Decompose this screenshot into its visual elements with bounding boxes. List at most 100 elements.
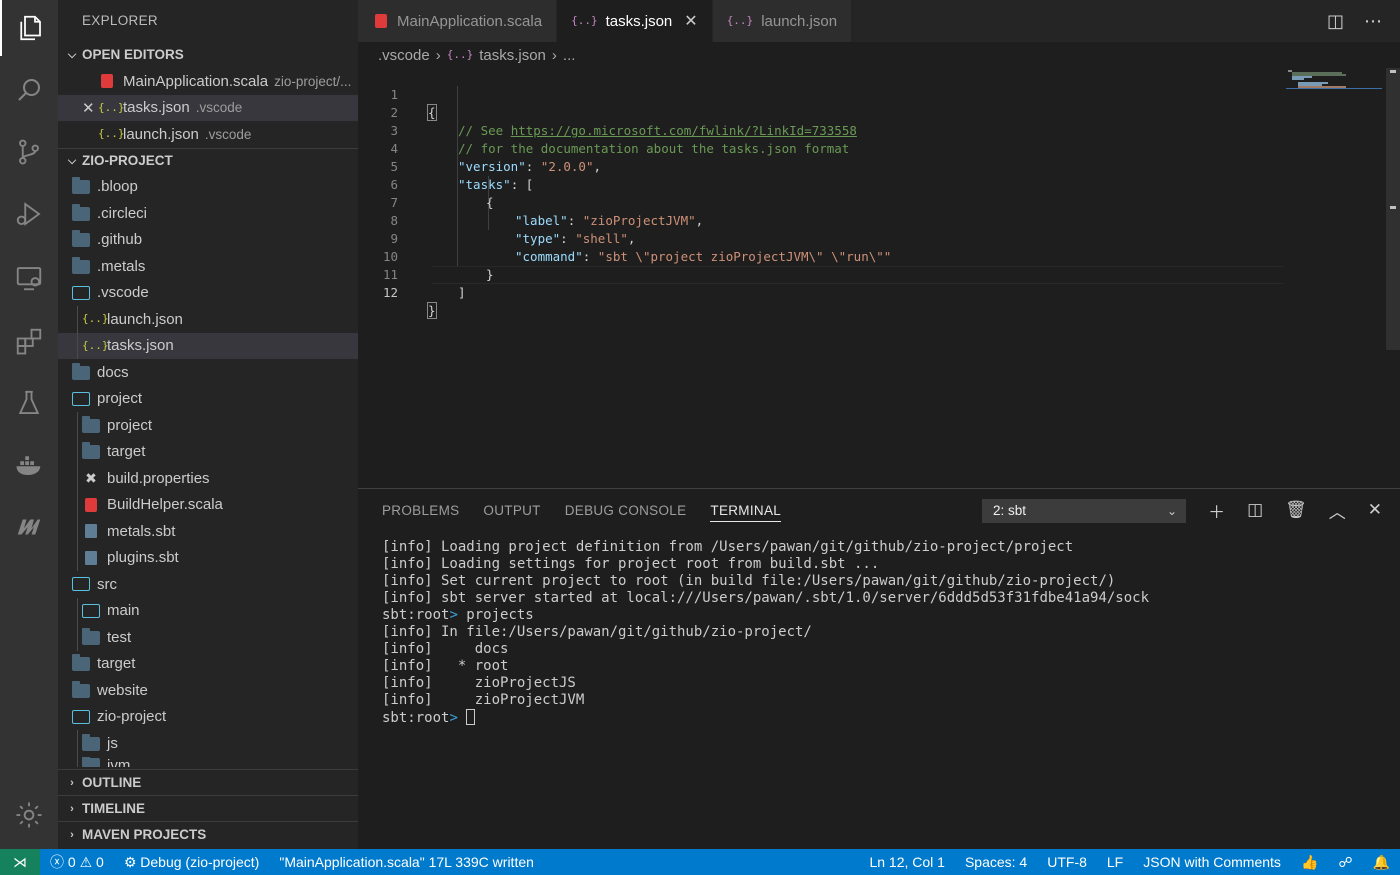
maven-header[interactable]: › MAVEN PROJECTS [58,821,358,847]
tree-item-main[interactable]: main [58,597,358,624]
tree-item-label: project [107,416,153,434]
editor-scrollbar[interactable] [1386,68,1400,350]
tree-item-target[interactable]: target [58,438,358,465]
tree-item-buildhelper[interactable]: BuildHelper.scala [58,491,358,518]
minimap[interactable] [1286,68,1386,488]
tree-item-js[interactable]: js [58,730,358,757]
tree-item-docs[interactable]: docs [58,359,358,386]
close-icon[interactable]: ✕ [82,99,95,117]
tree-item-vscode[interactable]: .vscode [58,280,358,307]
tab-terminal[interactable]: TERMINAL [710,503,782,522]
tree-item-project-sub[interactable]: project [58,412,358,439]
terminal-select[interactable]: 2: sbt ⌄ [982,499,1186,523]
add-terminal-icon[interactable]: ＋ [1208,498,1225,523]
breadcrumb-more[interactable]: ... [563,47,576,64]
tree-item-project[interactable]: project [58,386,358,413]
tree-item-label: metals.sbt [107,522,176,540]
timeline-label: TIMELINE [82,800,145,816]
tree-item-label: project [97,390,143,408]
outline-header[interactable]: › OUTLINE [58,769,358,795]
terminal-select-value: 2: sbt [993,503,1027,518]
tree-item-zio-project[interactable]: zio-project [58,704,358,731]
terminal-prompt: sbt:root> [382,709,1149,727]
run-debug-icon[interactable] [0,186,58,242]
open-editors-header[interactable]: ⌵ OPEN EDITORS [58,42,358,68]
chevron-right-icon: › [70,828,74,841]
open-editor-item[interactable]: ✕ {..} tasks.json .vscode [58,94,358,121]
open-editor-item[interactable]: MainApplication.scala zio-project/... [58,68,358,95]
tree-item-website[interactable]: website [58,677,358,704]
tab-actions: ◫ ⋯ [1327,0,1382,42]
tree-item-label: website [97,681,148,699]
files-icon[interactable] [0,0,58,56]
split-editor-icon[interactable]: ◫ [1327,11,1344,32]
tab-label: launch.json [761,12,838,30]
tree-item-circleci[interactable]: .circleci [58,200,358,227]
tree-item-tasks-json[interactable]: {..} tasks.json [58,332,358,359]
terminal-line: [info] zioProjectJS [382,675,576,691]
indent-guide [77,756,78,767]
tab-problems[interactable]: PROBLEMS [382,503,459,518]
tab-output[interactable]: OUTPUT [483,503,540,518]
tree-item-github[interactable]: .github [58,227,358,254]
terminal-output[interactable]: [info] Loading project definition from /… [382,539,1149,727]
live-share-icon[interactable]: ☍ [1328,854,1362,871]
breadcrumb-folder[interactable]: .vscode [378,47,430,64]
tree-item-src[interactable]: src [58,571,358,598]
language-mode[interactable]: JSON with Comments [1133,854,1291,870]
testing-icon[interactable] [0,375,58,431]
source-control-icon[interactable] [0,124,58,180]
cursor-position[interactable]: Ln 12, Col 1 [859,854,955,870]
indent-guide [77,597,78,624]
trash-icon[interactable]: 🗑 [1285,500,1307,520]
tree-item-build-properties[interactable]: ✖ build.properties [58,465,358,492]
chevron-up-icon[interactable]: ︿ [1329,498,1346,523]
project-header[interactable]: ⌵ ZIO-PROJECT [58,147,358,174]
metals-icon[interactable] [0,499,58,555]
code-line: 10 } [358,230,1288,282]
terminal-line: [info] Loading settings for project root… [382,556,880,572]
tree-item-bloop[interactable]: .bloop [58,174,358,201]
more-actions-icon[interactable]: ⋯ [1364,11,1382,32]
tree-item-launch-json[interactable]: {..} launch.json [58,306,358,333]
breadcrumb-file[interactable]: tasks.json [479,47,546,64]
tree-item-jvm[interactable]: jvm [58,756,358,767]
gear-icon[interactable] [0,787,58,843]
tree-item-label: zio-project [97,708,167,726]
code-line: 3 // for the documentation about the tas… [358,104,1288,156]
indent-guide [77,465,78,492]
tab-launch-json[interactable]: {..} launch.json [712,0,853,42]
tree-item-label: jvm [107,756,131,767]
close-icon[interactable]: ✕ [1368,500,1382,520]
tab-tasks-json[interactable]: {..} tasks.json ✕ [557,0,713,42]
tree-item-metals[interactable]: .metals [58,253,358,280]
feedback-icon[interactable]: 👍 [1291,854,1328,871]
code-text: } [427,302,437,320]
split-terminal-icon[interactable]: ◫ [1247,500,1263,520]
bell-icon[interactable]: 🔔 [1363,854,1400,871]
search-icon[interactable] [0,62,58,118]
docker-icon[interactable] [0,437,58,493]
tree-item-metals-sbt[interactable]: metals.sbt [58,518,358,545]
indentation[interactable]: Spaces: 4 [955,854,1037,870]
timeline-header[interactable]: › TIMELINE [58,795,358,821]
encoding[interactable]: UTF-8 [1037,854,1097,870]
folder-icon [72,230,90,248]
terminal-line: [info] In file:/Users/pawan/git/github/z… [382,624,812,640]
tree-item-plugins-sbt[interactable]: plugins.sbt [58,544,358,571]
json-file-icon: {..} [446,48,474,61]
remote-icon[interactable]: ⋊ [0,849,40,875]
tab-debug-console[interactable]: DEBUG CONSOLE [565,503,687,518]
problems-status[interactable]: ⓧ 0 ⚠ 0 [40,852,114,872]
extensions-icon[interactable] [0,313,58,369]
debug-status[interactable]: ⚙ Debug (zio-project) [114,854,270,871]
remote-explorer-icon[interactable] [0,250,58,306]
tree-item-test[interactable]: test [58,624,358,651]
tab-main-application[interactable]: MainApplication.scala [358,0,558,42]
close-icon[interactable]: ✕ [684,11,697,31]
json-file-icon: {..} [98,127,125,141]
end-of-line[interactable]: LF [1097,854,1133,870]
open-editor-item[interactable]: {..} launch.json .vscode [58,121,358,148]
tree-item-target-root[interactable]: target [58,651,358,678]
code-editor[interactable]: 1 { 2 // See https://go.microsoft.com/fw… [358,68,1400,488]
